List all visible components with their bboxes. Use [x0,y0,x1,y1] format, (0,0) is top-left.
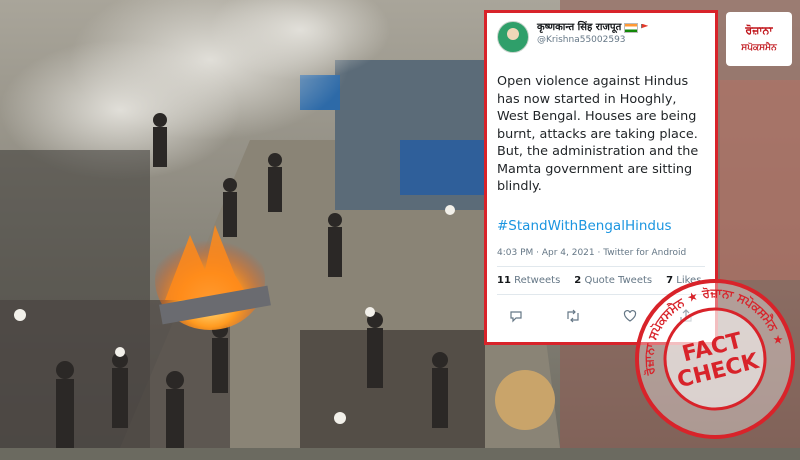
tweet-author: कृष्णकान्त सिंह राजपूत @Krishna55002593 [537,21,649,46]
quotes-stat[interactable]: 2 Quote Tweets [574,275,652,286]
reply-icon[interactable] [509,309,523,326]
retweets-stat[interactable]: 11 Retweets [497,275,560,286]
tweet-handle: @Krishna55002593 [537,35,626,45]
tweet-display-name: कृष्णकान्त सिंह राजपूत [537,22,622,33]
retweet-icon[interactable] [565,309,581,326]
saffron-flag-icon [641,23,649,29]
tweet-hashtag[interactable]: #StandWithBengalHindus [497,218,705,234]
tweet-header: कृष्णकान्त सिंह राजपूत @Krishna55002593 [497,21,705,53]
rozana-spokesman-logo: ਰੋਜ਼ਾਨਾ ਸਪੋਕਸਮੈਨ [726,12,792,66]
india-flag-icon [624,22,639,33]
tweet-meta: 4:03 PM · Apr 4, 2021 · Twitter for Andr… [497,248,705,267]
tweet-text: Open violence against Hindus has now sta… [497,74,699,194]
avatar [497,21,529,53]
